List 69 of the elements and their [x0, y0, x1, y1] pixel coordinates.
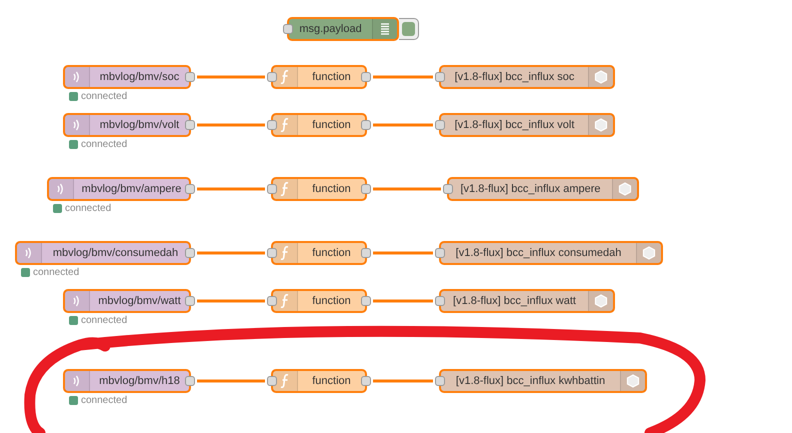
- function-icon: [280, 117, 290, 133]
- radio-waves-icon: [72, 294, 82, 308]
- database-icon: [642, 246, 656, 260]
- node-status: connected: [81, 91, 128, 102]
- database-icon: [594, 294, 608, 308]
- function-icon: [280, 181, 290, 197]
- status-indicator: [21, 268, 30, 277]
- node-status: connected: [65, 203, 112, 214]
- wire: [197, 188, 265, 190]
- status-indicator: [69, 396, 78, 405]
- port[interactable]: [283, 24, 293, 34]
- wire: [373, 188, 441, 190]
- wire: [373, 124, 433, 126]
- port[interactable]: [361, 184, 371, 194]
- port[interactable]: [435, 376, 445, 386]
- radio-waves-icon: [72, 118, 82, 132]
- port[interactable]: [185, 248, 195, 258]
- node-status: connected: [81, 395, 128, 406]
- database-icon: [626, 374, 640, 388]
- port[interactable]: [435, 120, 445, 130]
- wire: [197, 124, 265, 126]
- port[interactable]: [435, 296, 445, 306]
- node-status: connected: [33, 267, 80, 278]
- port[interactable]: [361, 248, 371, 258]
- port[interactable]: [267, 248, 277, 258]
- function-icon: [280, 293, 290, 309]
- wire: [197, 300, 265, 302]
- port[interactable]: [267, 296, 277, 306]
- radio-waves-icon: [72, 374, 82, 388]
- port[interactable]: [361, 376, 371, 386]
- status-indicator: [69, 140, 78, 149]
- port[interactable]: [435, 72, 445, 82]
- port[interactable]: [267, 376, 277, 386]
- node-status: connected: [81, 139, 128, 150]
- function-icon: [280, 245, 290, 261]
- port[interactable]: [185, 72, 195, 82]
- wire: [373, 76, 433, 78]
- port[interactable]: [361, 72, 371, 82]
- port[interactable]: [361, 120, 371, 130]
- radio-waves-icon: [56, 182, 66, 196]
- wire: [373, 252, 433, 254]
- function-icon: [280, 373, 290, 389]
- status-indicator: [69, 316, 78, 325]
- port[interactable]: [267, 120, 277, 130]
- port[interactable]: [361, 296, 371, 306]
- wire: [197, 76, 265, 78]
- port[interactable]: [443, 184, 453, 194]
- wire: [373, 300, 433, 302]
- status-indicator: [69, 92, 78, 101]
- database-icon: [618, 182, 632, 196]
- port[interactable]: [185, 184, 195, 194]
- port[interactable]: [435, 248, 445, 258]
- debug-toggle-button[interactable]: [399, 18, 419, 40]
- wire: [373, 380, 433, 382]
- port[interactable]: [185, 376, 195, 386]
- node-status: connected: [81, 315, 128, 326]
- database-icon: [594, 70, 608, 84]
- port[interactable]: [185, 120, 195, 130]
- port[interactable]: [267, 72, 277, 82]
- wire: [197, 252, 265, 254]
- function-icon: [280, 69, 290, 85]
- port[interactable]: [267, 184, 277, 194]
- port[interactable]: [185, 296, 195, 306]
- list-icon: [380, 22, 390, 36]
- radio-waves-icon: [24, 246, 34, 260]
- database-icon: [594, 118, 608, 132]
- status-indicator: [53, 204, 62, 213]
- wire: [197, 380, 265, 382]
- radio-waves-icon: [72, 70, 82, 84]
